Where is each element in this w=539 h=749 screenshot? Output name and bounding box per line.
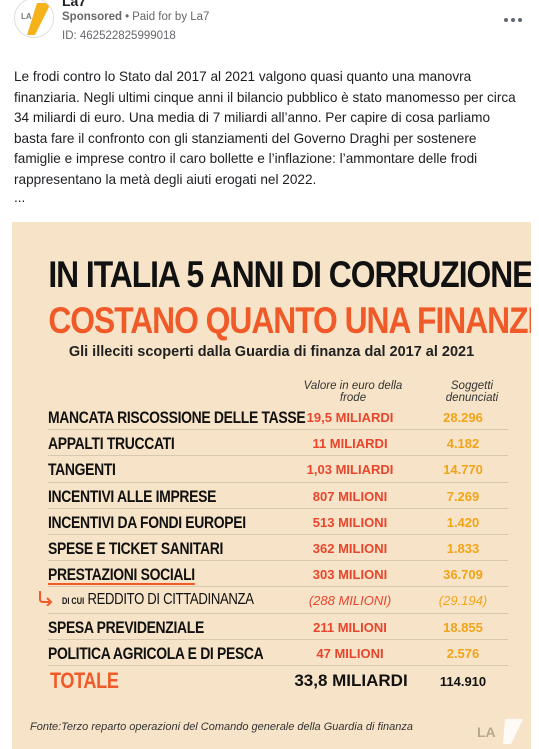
row-label: SPESE E TICKET SANITARI [48, 538, 223, 558]
total-count: 114.910 [439, 673, 487, 689]
row-count: 18.855 [443, 619, 483, 635]
row-count: (29.194) [438, 593, 488, 609]
ad-header: LA La7 Sponsored • Paid for by La7 ID: 462… [14, 0, 525, 48]
row-count: 2.576 [446, 645, 480, 661]
row-count: 1.420 [446, 514, 480, 530]
total-value: 33,8 MILIARDI [294, 670, 408, 690]
paid-for-label: Paid for by La7 [132, 11, 210, 23]
row-value: 1,03 MILIARDI [306, 462, 394, 478]
table-row: SPESE E TICKET SANITARI 362 MILIONI 1.83… [48, 535, 508, 562]
row-value: 513 MILIONI [312, 514, 388, 530]
svg-text:LA: LA [21, 12, 32, 21]
row-label: SPESA PREVIDENZIALE [48, 617, 204, 637]
la7-logo-icon: LA [15, 0, 53, 37]
page-name[interactable]: La7 [62, 0, 86, 9]
more-options-icon-dot [511, 18, 515, 22]
row-label: INCENTIVI ALLE IMPRESE [48, 486, 217, 506]
row-value: 211 MILIONI [313, 619, 387, 635]
sponsored-label: Sponsored [62, 11, 123, 23]
row-label: TANGENTI [48, 460, 116, 480]
table-total-row: TOTALE 33,8 MILIARDI 114.910 [48, 666, 508, 696]
creative-title-line2: COSTANO QUANTO UNA FINANZIARIA [48, 300, 531, 341]
row-value: 11 MILIARDI [312, 436, 388, 452]
row-count: 1.833 [446, 540, 480, 556]
sub-row-label: DI CUI REDDITO DI CITTADINANZA [62, 591, 254, 609]
post-text: Le frodi contro lo Stato dal 2017 al 202… [14, 69, 516, 187]
svg-text:LA: LA [477, 724, 496, 740]
ad-creative-image[interactable]: IN ITALIA 5 ANNI DI CORRUZIONE COSTANO Q… [12, 222, 531, 749]
sub-row-prefix: DI CUI [62, 596, 85, 607]
row-count: 28.296 [443, 410, 483, 425]
page-avatar[interactable]: LA [14, 0, 54, 38]
table-row: APPALTI TRUCCATI 11 MILIARDI 4.182 [48, 430, 508, 457]
more-options-icon-dot [518, 18, 522, 22]
fraud-table: MANCATA RISCOSSIONE DELLE TASSE 19,5 MIL… [39, 404, 508, 696]
row-label: POLITICA AGRICOLA E DI PESCA [48, 643, 264, 663]
table-row: TANGENTI 1,03 MILIARDI 14.770 [48, 456, 508, 483]
sub-item-arrow-icon [39, 591, 53, 607]
row-label: MANCATA RISCOSSIONE DELLE TASSE [48, 408, 306, 427]
row-label: PRESTAZIONI SOCIALI [48, 565, 195, 585]
column-header-value: Valore in euro della frode [303, 380, 403, 404]
row-value: 303 MILIONI [312, 567, 388, 583]
meta-separator: • [125, 11, 130, 23]
table-row: INCENTIVI DA FONDI EUROPEI 513 MILIONI 1… [48, 509, 508, 535]
table-row: MANCATA RISCOSSIONE DELLE TASSE 19,5 MIL… [48, 404, 508, 431]
row-value: 807 MILIONI [312, 488, 388, 504]
row-value: (288 MILIONI) [308, 593, 392, 609]
row-count: 4.182 [446, 436, 480, 452]
row-value: 47 MILIONI [316, 645, 384, 661]
row-count: 14.770 [443, 462, 483, 478]
table-row: PRESTAZIONI SOCIALI 303 MILIONI 36.709 [48, 561, 508, 588]
ad-id: ID: 462522825999018 [62, 30, 176, 42]
row-count: 36.709 [443, 567, 483, 583]
table-sub-row: DI CUI REDDITO DI CITTADINANZA (288 MILI… [39, 587, 508, 614]
more-options-button[interactable] [501, 10, 525, 30]
creative-title-line1: IN ITALIA 5 ANNI DI CORRUZIONE [48, 254, 531, 295]
sub-row-name: REDDITO DI CITTADINANZA [87, 591, 254, 609]
ad-card: LA La7 Sponsored • Paid for by La7 ID: 462… [0, 0, 539, 749]
column-header-count: Soggetti denunciati [445, 380, 499, 404]
table-row: SPESA PREVIDENZIALE 211 MILIONI 18.855 [48, 614, 508, 640]
row-label: APPALTI TRUCCATI [48, 434, 175, 454]
source-note: Fonte:Terzo reparto operazioni del Coman… [30, 721, 414, 733]
see-more-ellipsis[interactable]: ... [14, 190, 25, 205]
table-row: INCENTIVI ALLE IMPRESE 807 MILIONI 7.269 [48, 483, 508, 509]
table-row: POLITICA AGRICOLA E DI PESCA 47 MILIONI … [48, 640, 508, 666]
total-label: TOTALE [50, 667, 119, 693]
row-label: INCENTIVI DA FONDI EUROPEI [48, 512, 246, 532]
row-count: 7.269 [446, 488, 480, 504]
la7-watermark-icon: LA [477, 719, 523, 744]
creative-subtitle: Gli illeciti scoperti dalla Guardia di f… [68, 344, 475, 360]
more-options-icon [504, 18, 508, 22]
row-value: 362 MILIONI [312, 540, 388, 556]
ad-meta: Sponsored • Paid for by La7 [62, 11, 209, 23]
row-value: 19,5 MILIARDI [306, 410, 394, 425]
